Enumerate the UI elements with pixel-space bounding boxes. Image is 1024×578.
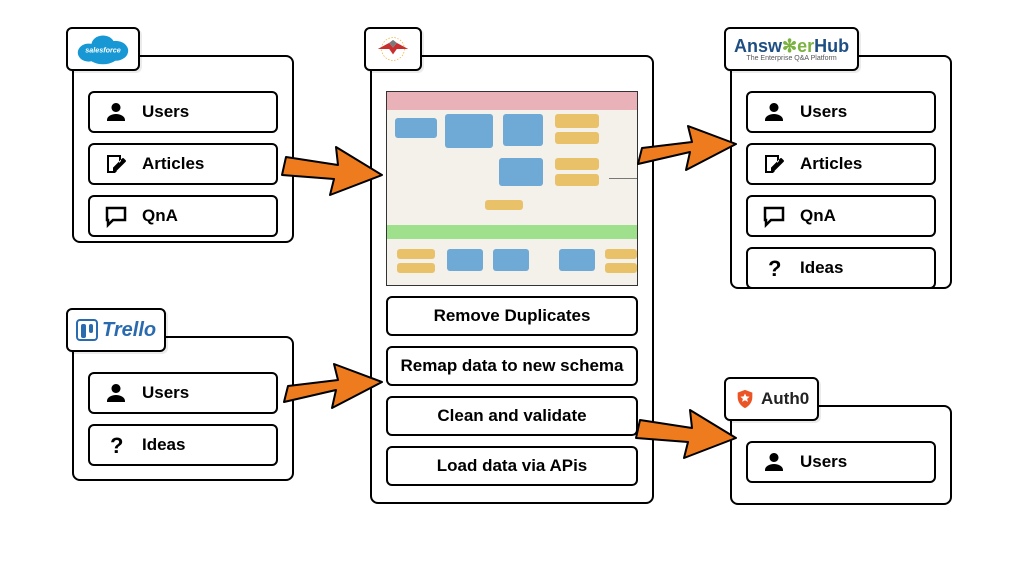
salesforce-cloud-icon: salesforce — [76, 32, 130, 66]
answerhub-logo-chip: Answ✻erHub The Enterprise Q&A Platform — [724, 27, 859, 71]
item-label: QnA — [800, 206, 836, 226]
question-icon: ? — [760, 256, 788, 280]
answerhub-tagline: The Enterprise Q&A Platform — [746, 55, 836, 62]
item-label: Users — [800, 452, 847, 472]
user-icon — [102, 381, 130, 405]
step-label: Load data via APis — [437, 456, 588, 476]
auth0-panel: Auth0 Users — [730, 405, 952, 505]
svg-text:salesforce: salesforce — [85, 46, 121, 55]
item-label: Users — [142, 102, 189, 122]
svg-text:?: ? — [110, 433, 123, 457]
chat-icon — [760, 204, 788, 228]
item-label: Users — [142, 383, 189, 403]
salesforce-item-qna: QnA — [88, 195, 278, 237]
answerhub-item-articles: Articles — [746, 143, 936, 185]
item-label: Ideas — [800, 258, 843, 278]
step-load-apis: Load data via APis — [386, 446, 638, 486]
auth0-logo-chip: Auth0 — [724, 377, 819, 421]
salesforce-item-articles: Articles — [88, 143, 278, 185]
item-label: QnA — [142, 206, 178, 226]
item-label: Ideas — [142, 435, 185, 455]
step-label: Remap data to new schema — [401, 356, 624, 376]
workflow-screenshot — [386, 91, 638, 286]
trello-logo-chip: Trello — [66, 308, 166, 352]
salesforce-panel: salesforce Users Articles QnA — [72, 55, 294, 243]
item-label: Users — [800, 102, 847, 122]
fme-logo-icon — [374, 33, 412, 65]
trello-item-ideas: ? Ideas — [88, 424, 278, 466]
answerhub-item-qna: QnA — [746, 195, 936, 237]
answerhub-logo-icon: Answ✻erHub — [734, 37, 849, 55]
step-label: Clean and validate — [437, 406, 586, 426]
step-label: Remove Duplicates — [434, 306, 591, 326]
question-icon: ? — [102, 433, 130, 457]
user-icon — [102, 100, 130, 124]
answerhub-item-users: Users — [746, 91, 936, 133]
item-label: Articles — [142, 154, 204, 174]
trello-logo-icon: Trello — [76, 319, 156, 342]
trello-panel: Trello Users ? Ideas — [72, 336, 294, 481]
diagram-stage: salesforce Users Articles QnA Tr — [0, 0, 1024, 578]
trello-item-users: Users — [88, 372, 278, 414]
fme-logo-chip — [364, 27, 422, 71]
edit-icon — [760, 152, 788, 176]
step-remove-duplicates: Remove Duplicates — [386, 296, 638, 336]
item-label: Articles — [800, 154, 862, 174]
answerhub-item-ideas: ? Ideas — [746, 247, 936, 289]
edit-icon — [102, 152, 130, 176]
user-icon — [760, 450, 788, 474]
salesforce-logo-chip: salesforce — [66, 27, 140, 71]
user-icon — [760, 100, 788, 124]
salesforce-item-users: Users — [88, 91, 278, 133]
svg-text:?: ? — [768, 256, 781, 280]
center-transform-panel: Remove Duplicates Remap data to new sche… — [370, 55, 654, 504]
step-remap: Remap data to new schema — [386, 346, 638, 386]
auth0-item-users: Users — [746, 441, 936, 483]
step-clean-validate: Clean and validate — [386, 396, 638, 436]
chat-icon — [102, 204, 130, 228]
answerhub-panel: Answ✻erHub The Enterprise Q&A Platform U… — [730, 55, 952, 289]
auth0-logo-icon: Auth0 — [734, 388, 809, 410]
